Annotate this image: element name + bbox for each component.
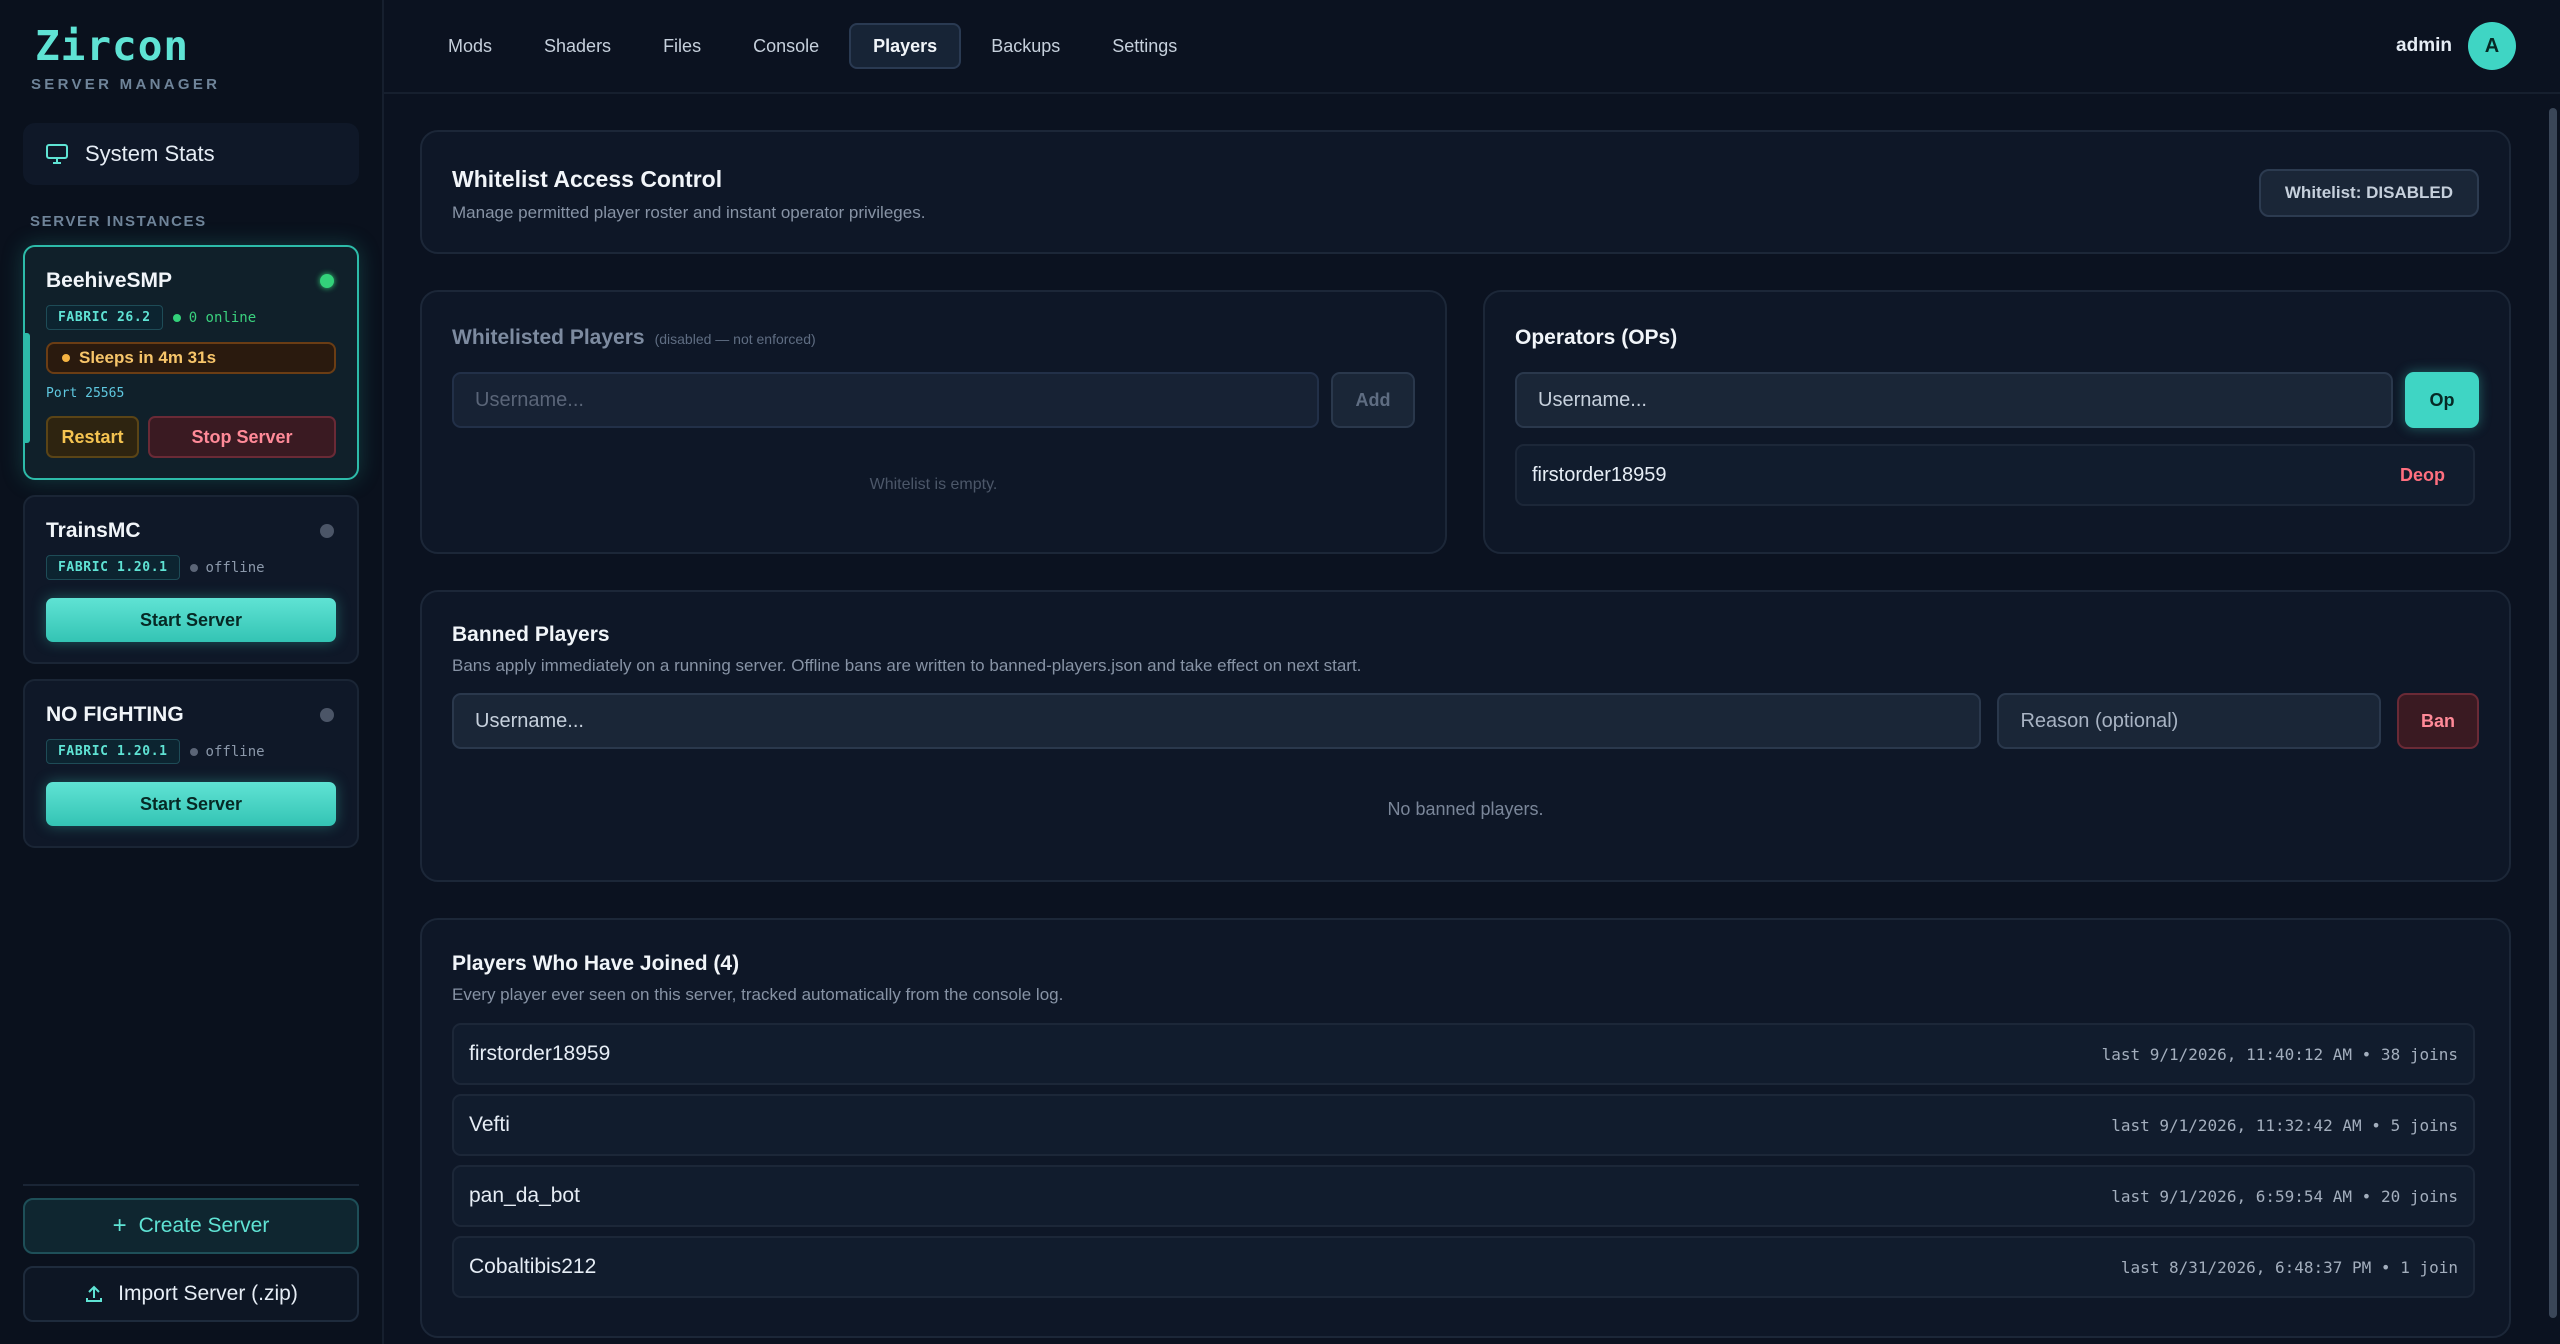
- operator-name: firstorder18959: [1532, 463, 1667, 486]
- operators-title: Operators (OPs): [1515, 326, 1678, 349]
- top-navigation: Mods Shaders Files Console Players Backu…: [384, 0, 2560, 94]
- server-name: TrainsMC: [46, 519, 141, 542]
- system-stats-nav[interactable]: System Stats: [23, 123, 359, 185]
- scrollbar[interactable]: [2546, 94, 2560, 1344]
- version-badge: FABRIC 26.2: [46, 305, 163, 330]
- joined-players-panel: Players Who Have Joined (4) Every player…: [420, 918, 2511, 1338]
- server-port: Port 25565: [46, 386, 125, 401]
- sleep-timer-pill: Sleeps in 4m 31s: [46, 342, 336, 374]
- brand-logo: Zircon: [35, 22, 190, 70]
- player-meta: last 8/31/2026, 6:48:37 PM • 1 join: [2120, 1257, 2458, 1277]
- player-name: Vefti: [469, 1113, 510, 1136]
- banned-title: Banned Players: [452, 623, 610, 646]
- banned-players-panel: Banned Players Bans apply immediately on…: [420, 590, 2511, 882]
- list-item: Vefti last 9/1/2026, 11:32:42 AM • 5 joi…: [452, 1094, 2475, 1156]
- server-card-beehivesmp[interactable]: BeehiveSMP FABRIC 26.2 0 online Sleeps i…: [23, 245, 359, 480]
- server-status: 0 online: [172, 310, 256, 326]
- list-item: firstorder18959 last 9/1/2026, 11:40:12 …: [452, 1023, 2475, 1085]
- app-root: Zircon SERVER MANAGER System Stats SERVE…: [0, 0, 2560, 1344]
- ban-button[interactable]: Ban: [2397, 693, 2479, 749]
- player-name: firstorder18959: [469, 1042, 611, 1065]
- joined-list: firstorder18959 last 9/1/2026, 11:40:12 …: [452, 1023, 2479, 1298]
- stop-server-button[interactable]: Stop Server: [148, 416, 336, 458]
- banned-subtitle: Bans apply immediately on a running serv…: [452, 656, 1362, 675]
- whitelist-header-panel: Whitelist Access Control Manage permitte…: [420, 130, 2511, 254]
- import-server-button[interactable]: Import Server (.zip): [23, 1266, 359, 1322]
- operator-username-input[interactable]: Username...: [1515, 372, 2393, 428]
- server-name: NO FIGHTING: [46, 703, 184, 726]
- whitelist-toggle-button[interactable]: Whitelist: DISABLED: [2258, 169, 2479, 217]
- deop-button[interactable]: Deop: [2400, 465, 2445, 486]
- offline-status-dot: [320, 524, 334, 538]
- sidebar-actions: + Create Server Import Server (.zip): [23, 1184, 359, 1322]
- system-stats-label: System Stats: [85, 141, 215, 166]
- username: admin: [2396, 35, 2452, 56]
- start-server-button[interactable]: Start Server: [46, 782, 336, 826]
- brand-subtitle: SERVER MANAGER: [31, 76, 221, 93]
- user-menu[interactable]: admin A: [2396, 22, 2516, 70]
- monitor-icon: [46, 144, 68, 164]
- restart-button[interactable]: Restart: [46, 416, 139, 458]
- sleep-dot: [62, 354, 70, 362]
- tab-players[interactable]: Players: [849, 23, 962, 69]
- tab-bar: Mods Shaders Files Console Players Backu…: [426, 23, 1199, 69]
- offline-status-dot: [320, 708, 334, 722]
- ban-username-input[interactable]: Username...: [452, 693, 1982, 749]
- list-item: pan_da_bot last 9/1/2026, 6:59:54 AM • 2…: [452, 1165, 2475, 1227]
- server-status: offline: [189, 744, 265, 760]
- whitelist-title: Whitelisted Players (disabled — not enfor…: [452, 326, 816, 349]
- add-whitelist-button[interactable]: Add: [1331, 372, 1415, 428]
- player-name: Cobaltibis212: [469, 1255, 597, 1278]
- whitelist-panel: Whitelisted Players (disabled — not enfor…: [420, 290, 1447, 554]
- player-meta: last 9/1/2026, 11:40:12 AM • 38 joins: [2101, 1044, 2458, 1064]
- plus-icon: +: [112, 1212, 127, 1239]
- version-badge: FABRIC 1.20.1: [46, 555, 180, 580]
- brand: Zircon SERVER MANAGER: [23, 0, 359, 94]
- tab-backups[interactable]: Backups: [969, 23, 1082, 69]
- server-status: offline: [189, 560, 265, 576]
- tab-settings[interactable]: Settings: [1090, 23, 1199, 69]
- whitelist-note: (disabled — not enforced): [654, 331, 816, 347]
- page-title: Whitelist Access Control: [452, 166, 723, 192]
- upload-icon: [86, 1285, 103, 1302]
- player-meta: last 9/1/2026, 6:59:54 AM • 20 joins: [2111, 1186, 2458, 1206]
- tab-shaders[interactable]: Shaders: [522, 23, 633, 69]
- server-card-trainsmc[interactable]: TrainsMC FABRIC 1.20.1 offline Start Ser…: [23, 495, 359, 664]
- tab-mods[interactable]: Mods: [426, 23, 514, 69]
- avatar[interactable]: A: [2468, 22, 2516, 70]
- whitelist-empty-message: Whitelist is empty.: [869, 476, 998, 493]
- tab-console[interactable]: Console: [731, 23, 841, 69]
- page-subtitle: Manage permitted player roster and insta…: [452, 203, 926, 222]
- create-server-button[interactable]: + Create Server: [23, 1198, 359, 1254]
- sidebar: Zircon SERVER MANAGER System Stats SERVE…: [0, 0, 384, 1344]
- ban-reason-input[interactable]: Reason (optional): [1997, 693, 2382, 749]
- list-item: Cobaltibis212 last 8/31/2026, 6:48:37 PM…: [452, 1236, 2475, 1298]
- version-badge: FABRIC 1.20.1: [46, 739, 180, 764]
- op-button[interactable]: Op: [2405, 372, 2479, 428]
- tab-files[interactable]: Files: [641, 23, 723, 69]
- operators-panel: Operators (OPs) Username... Op firstorde…: [1483, 290, 2511, 554]
- whitelist-username-input[interactable]: Username...: [452, 372, 1319, 428]
- server-card-no-fighting[interactable]: NO FIGHTING FABRIC 1.20.1 offline Start …: [23, 679, 359, 848]
- online-status-dot: [320, 274, 334, 288]
- main-area: Mods Shaders Files Console Players Backu…: [384, 0, 2560, 1344]
- server-name: BeehiveSMP: [46, 269, 173, 292]
- player-name: pan_da_bot: [469, 1184, 580, 1207]
- player-meta: last 9/1/2026, 11:32:42 AM • 5 joins: [2111, 1115, 2458, 1135]
- scrollbar-thumb[interactable]: [2549, 108, 2557, 1318]
- server-instances-label: SERVER INSTANCES: [30, 213, 207, 230]
- start-server-button[interactable]: Start Server: [46, 598, 336, 642]
- players-content: Whitelist Access Control Manage permitte…: [420, 130, 2511, 1338]
- joined-subtitle: Every player ever seen on this server, t…: [452, 985, 1064, 1004]
- banned-empty-message: No banned players.: [1387, 799, 1544, 819]
- joined-title: Players Who Have Joined (4): [452, 952, 740, 975]
- operator-row: firstorder18959 Deop: [1515, 444, 2475, 506]
